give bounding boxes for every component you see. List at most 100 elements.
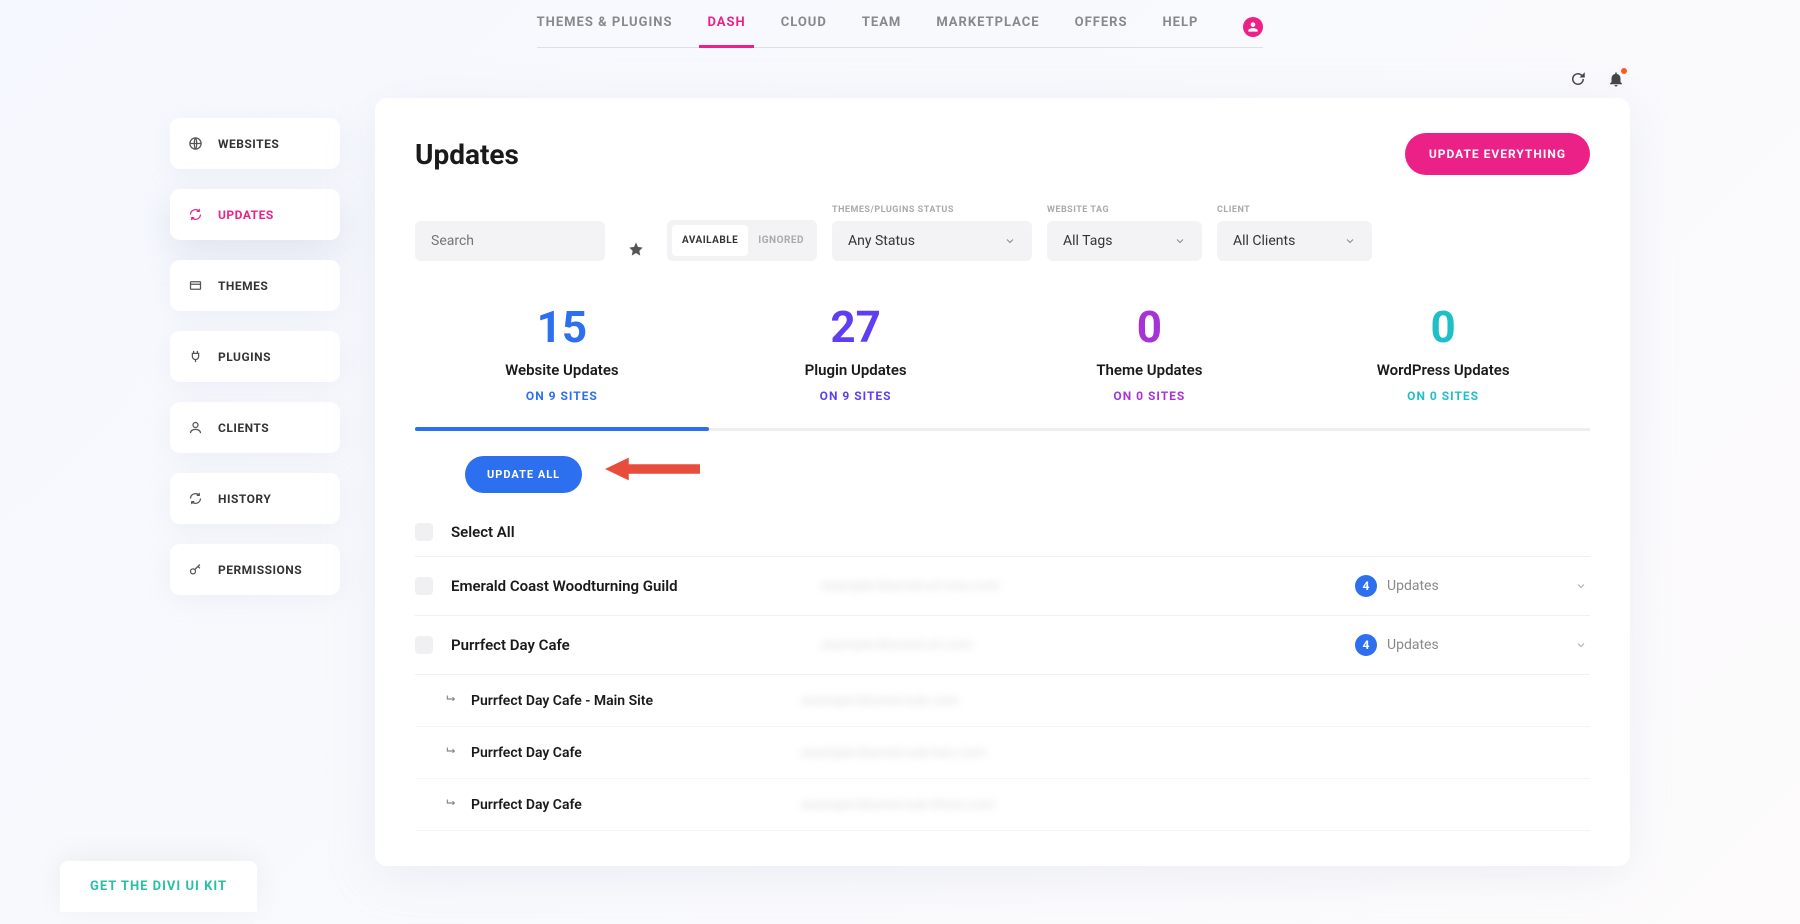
sub-site-url: example-blurred-sub.com [801,693,1590,709]
client-select[interactable]: All Clients [1217,221,1372,261]
stat-label: WordPress Updates [1296,361,1590,379]
star-icon [628,241,644,257]
chevron-down-icon [1174,235,1186,247]
select-all-row: Select All [415,508,1590,557]
search-input[interactable] [431,233,589,249]
sidebar-item-label: PERMISSIONS [218,563,302,577]
stat-label: Plugin Updates [709,361,1003,379]
stat-sites: ON 9 SITES [709,389,1003,403]
sub-site-url: example-blurred-sub-three.com [801,797,1590,813]
subdirectory-arrow-icon [445,743,459,762]
chevron-down-icon [1344,235,1356,247]
notifications-icon[interactable] [1607,70,1625,92]
sidebar-item-themes[interactable]: THEMES [170,260,340,311]
status-select[interactable]: Any Status [832,221,1032,261]
refresh-icon[interactable] [1569,70,1587,92]
actions-row: UPDATE ALL [415,431,1590,508]
card-icon [188,278,203,293]
sub-site-name: Purrfect Day Cafe [471,745,801,761]
sidebar-item-label: CLIENTS [218,421,269,435]
stat-wordpress-updates[interactable]: 0 WordPress Updates ON 0 SITES [1296,301,1590,428]
avatar[interactable] [1243,17,1263,37]
availability-toggle: AVAILABLE IGNORED [667,220,817,261]
updates-count-badge: 4 [1355,634,1377,656]
sub-site-row[interactable]: Purrfect Day Cafe example-blurred-sub-tw… [415,727,1590,779]
nav-dash[interactable]: DASH [707,15,745,35]
site-row[interactable]: Emerald Coast Woodturning Guild example-… [415,557,1590,616]
sidebar-item-label: UPDATES [218,208,274,222]
tag-select-value: All Tags [1063,233,1112,249]
client-filter-label: CLIENT [1217,205,1372,215]
sidebar-item-label: PLUGINS [218,350,271,364]
status-select-value: Any Status [848,233,915,249]
sidebar-item-plugins[interactable]: PLUGINS [170,331,340,382]
toggle-ignored[interactable]: IGNORED [748,225,814,256]
stat-sites: ON 0 SITES [1003,389,1297,403]
globe-icon [188,136,203,151]
stat-number: 0 [1296,301,1590,353]
notification-dot [1621,68,1627,74]
nav-themes-plugins[interactable]: THEMES & PLUGINS [537,15,673,35]
sidebar-item-updates[interactable]: UPDATES [170,189,340,240]
stat-theme-updates[interactable]: 0 Theme Updates ON 0 SITES [1003,301,1297,428]
subdirectory-arrow-icon [445,691,459,710]
site-checkbox[interactable] [415,577,433,595]
sidebar-item-label: HISTORY [218,492,271,506]
nav-offers[interactable]: OFFERS [1075,15,1128,35]
main-panel: Updates UPDATE EVERYTHING AVAILABLE IGNO… [375,98,1630,866]
nav-marketplace[interactable]: MARKETPLACE [936,15,1039,35]
tag-select[interactable]: All Tags [1047,221,1202,261]
nav-help[interactable]: HELP [1163,15,1199,35]
footer-promo[interactable]: GET THE DIVI UI KIT [60,861,257,912]
chevron-down-icon [1575,580,1587,592]
search-wrap [415,221,605,261]
updates-badge-text: Updates [1387,578,1439,594]
key-icon [188,562,203,577]
update-all-button[interactable]: UPDATE ALL [465,456,582,493]
plug-icon [188,349,203,364]
nav-cloud[interactable]: CLOUD [781,15,827,35]
sub-site-url: example-blurred-sub-two.com [801,745,1590,761]
toggle-available[interactable]: AVAILABLE [672,225,748,256]
filters-row: AVAILABLE IGNORED THEMES/PLUGINS STATUS … [415,205,1590,261]
select-all-checkbox[interactable] [415,523,433,541]
updates-badge-text: Updates [1387,637,1439,653]
updates-list: Select All Emerald Coast Woodturning Gui… [415,508,1590,831]
sidebar-item-websites[interactable]: WEBSITES [170,118,340,169]
stat-label: Theme Updates [1003,361,1297,379]
stat-sites: ON 9 SITES [415,389,709,403]
sidebar-item-label: THEMES [218,279,268,293]
select-all-label: Select All [451,523,515,541]
sidebar-item-history[interactable]: HISTORY [170,473,340,524]
tag-filter-label: WEBSITE TAG [1047,205,1202,215]
sub-site-row[interactable]: Purrfect Day Cafe example-blurred-sub-th… [415,779,1590,831]
site-checkbox[interactable] [415,636,433,654]
stat-label: Website Updates [415,361,709,379]
user-icon [188,420,203,435]
stat-number: 27 [709,301,1003,353]
sidebar-item-permissions[interactable]: PERMISSIONS [170,544,340,595]
expand-chevron[interactable] [1575,577,1590,596]
site-row[interactable]: Purrfect Day Cafe example-blurred-url.co… [415,616,1590,675]
sidebar-item-clients[interactable]: CLIENTS [170,402,340,453]
subdirectory-arrow-icon [445,795,459,814]
page-title: Updates [415,138,519,171]
refresh-icon [188,491,203,506]
expand-chevron[interactable] [1575,636,1590,655]
nav-team[interactable]: TEAM [862,15,901,35]
favorite-star-button[interactable] [620,241,652,261]
refresh-icon [188,207,203,222]
status-filter-label: THEMES/PLUGINS STATUS [832,205,1032,215]
stat-number: 15 [415,301,709,353]
stats-row: 15 Website Updates ON 9 SITES 27 Plugin … [415,301,1590,431]
stat-website-updates[interactable]: 15 Website Updates ON 9 SITES [415,301,709,428]
sidebar: WEBSITES UPDATES THEMES PLUGINS CLIENTS … [170,98,340,866]
update-everything-button[interactable]: UPDATE EVERYTHING [1405,133,1590,175]
sub-site-name: Purrfect Day Cafe [471,797,801,813]
sidebar-item-label: WEBSITES [218,137,279,151]
stat-plugin-updates[interactable]: 27 Plugin Updates ON 9 SITES [709,301,1003,428]
arrow-annotation [605,453,700,489]
client-select-value: All Clients [1233,233,1295,249]
sub-site-row[interactable]: Purrfect Day Cafe - Main Site example-bl… [415,675,1590,727]
site-name: Emerald Coast Woodturning Guild [451,577,821,595]
